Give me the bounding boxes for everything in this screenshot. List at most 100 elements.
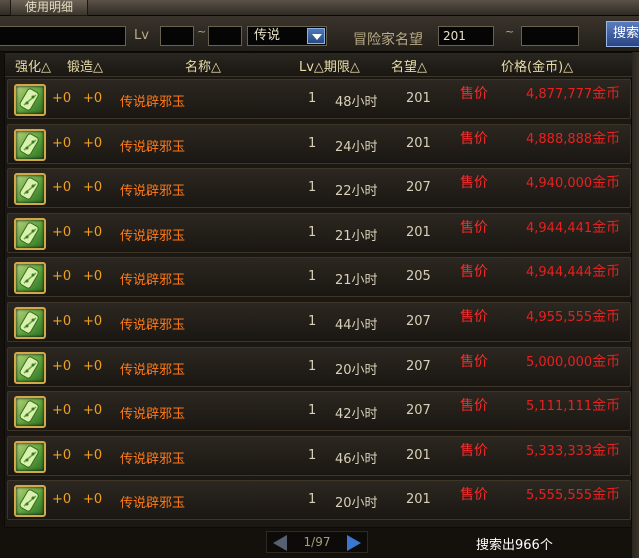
- table-row[interactable]: +0 +0 传说辟邪玉 1 21小时 201 售价 4,944,441金币: [7, 213, 631, 253]
- row-item-name[interactable]: 传说辟邪玉: [120, 403, 185, 422]
- row-enhance: +0: [52, 91, 72, 106]
- row-price-value: 4,944,441: [526, 221, 593, 236]
- row-sell-label: 售价: [460, 86, 488, 102]
- col-price[interactable]: 价格(金币)△: [501, 56, 573, 75]
- row-item-name[interactable]: 传说辟邪玉: [120, 448, 185, 467]
- jade-amulet-icon[interactable]: [14, 441, 46, 473]
- jade-amulet-icon[interactable]: [14, 307, 46, 339]
- row-forge: +0: [83, 269, 103, 284]
- row-sell-label: 售价: [460, 309, 488, 325]
- row-forge: +0: [83, 314, 103, 329]
- col-lv-term[interactable]: Lv△期限△: [299, 56, 360, 75]
- item-name-input[interactable]: [0, 26, 126, 46]
- row-forge: +0: [83, 136, 103, 151]
- row-term: 48小时: [335, 95, 378, 110]
- row-price-value: 4,955,555: [526, 310, 593, 325]
- row-level: 1: [308, 448, 317, 463]
- row-price: 5,333,333金币: [526, 440, 620, 460]
- row-price-unit: 金币: [592, 309, 621, 325]
- row-price: 4,877,777金币: [526, 83, 620, 103]
- row-price-value: 4,944,444: [526, 265, 593, 280]
- jade-amulet-icon[interactable]: [14, 396, 46, 428]
- row-level: 1: [308, 359, 317, 374]
- row-item-name[interactable]: 传说辟邪玉: [120, 225, 185, 244]
- row-item-name[interactable]: 传说辟邪玉: [120, 359, 185, 378]
- row-item-name[interactable]: 传说辟邪玉: [120, 136, 185, 155]
- fame-max-input[interactable]: [521, 26, 579, 46]
- row-enhance: +0: [52, 492, 72, 507]
- row-item-name[interactable]: 传说辟邪玉: [120, 91, 185, 110]
- row-term: 42小时: [335, 407, 378, 422]
- row-fame: 207: [406, 314, 431, 329]
- row-price-unit: 金币: [592, 220, 621, 236]
- table-row[interactable]: +0 +0 传说辟邪玉 1 48小时 201 售价 4,877,777金币: [7, 79, 631, 119]
- row-price: 5,555,555金币: [526, 484, 620, 504]
- row-fame: 207: [406, 359, 431, 374]
- row-term: 21小时: [335, 229, 378, 244]
- row-sell-label: 售价: [460, 398, 488, 414]
- row-price-value: 5,555,555: [526, 488, 593, 503]
- auction-results-panel: 强化△ 锻造△ 名称△ Lv△期限△ 名望△ 价格(金币)△ +0 +0 传说辟…: [4, 52, 633, 528]
- row-sell-label: 售价: [460, 175, 488, 191]
- table-row[interactable]: +0 +0 传说辟邪玉 1 24小时 201 售价 4,888,888金币: [7, 124, 631, 164]
- row-price-unit: 金币: [592, 443, 621, 459]
- jade-amulet-icon[interactable]: [14, 352, 46, 384]
- jade-amulet-icon[interactable]: [14, 262, 46, 294]
- jade-amulet-icon[interactable]: [14, 84, 46, 116]
- table-row[interactable]: +0 +0 传说辟邪玉 1 20小时 201 售价 5,555,555金币: [7, 480, 631, 520]
- row-term: 46小时: [335, 452, 378, 467]
- row-level: 1: [308, 269, 317, 284]
- row-price: 5,111,111金币: [526, 395, 620, 415]
- row-item-name[interactable]: 传说辟邪玉: [120, 180, 185, 199]
- top-bar: 使用明细: [0, 0, 639, 16]
- row-level: 1: [308, 492, 317, 507]
- jade-amulet-icon[interactable]: [14, 218, 46, 250]
- row-price: 4,940,000金币: [526, 172, 620, 192]
- row-term: 24小时: [335, 140, 378, 155]
- jade-amulet-icon[interactable]: [14, 173, 46, 205]
- col-name[interactable]: 名称△: [185, 56, 221, 75]
- scrollbar-track[interactable]: [632, 52, 639, 558]
- table-row[interactable]: +0 +0 传说辟邪玉 1 22小时 207 售价 4,940,000金币: [7, 168, 631, 208]
- col-fame[interactable]: 名望△: [391, 56, 427, 75]
- next-page-icon[interactable]: [347, 535, 361, 551]
- row-sell-label: 售价: [460, 487, 488, 503]
- table-row[interactable]: +0 +0 传说辟邪玉 1 46小时 201 售价 5,333,333金币: [7, 436, 631, 476]
- row-price-unit: 金币: [592, 131, 621, 147]
- row-item-name[interactable]: 传说辟邪玉: [120, 314, 185, 333]
- row-item-name[interactable]: 传说辟邪玉: [120, 269, 185, 288]
- col-forge[interactable]: 锻造△: [67, 56, 103, 75]
- lv-min-input[interactable]: [160, 26, 194, 46]
- col-enhance[interactable]: 强化△: [15, 56, 51, 75]
- row-enhance: +0: [52, 448, 72, 463]
- row-enhance: +0: [52, 314, 72, 329]
- row-forge: +0: [83, 225, 103, 240]
- lv-max-input[interactable]: [208, 26, 242, 46]
- row-sell-label: 售价: [460, 131, 488, 147]
- row-term: 44小时: [335, 318, 378, 333]
- fame-min-input[interactable]: [438, 26, 494, 46]
- dropdown-arrow-icon[interactable]: [307, 28, 325, 44]
- row-price-value: 4,940,000: [526, 176, 593, 191]
- row-price-unit: 金币: [592, 264, 621, 280]
- table-row[interactable]: +0 +0 传说辟邪玉 1 20小时 207 售价 5,000,000金币: [7, 347, 631, 387]
- row-price: 4,944,441金币: [526, 217, 620, 237]
- row-item-name[interactable]: 传说辟邪玉: [120, 492, 185, 511]
- tab-usage-details[interactable]: 使用明细: [10, 0, 88, 16]
- row-term: 21小时: [335, 273, 378, 288]
- jade-amulet-icon[interactable]: [14, 485, 46, 517]
- jade-amulet-icon[interactable]: [14, 129, 46, 161]
- table-row[interactable]: +0 +0 传说辟邪玉 1 42小时 207 售价 5,111,111金币: [7, 391, 631, 431]
- rarity-select[interactable]: 传说: [247, 26, 327, 46]
- row-fame: 201: [406, 136, 431, 151]
- row-fame: 201: [406, 492, 431, 507]
- table-row[interactable]: +0 +0 传说辟邪玉 1 21小时 205 售价 4,944,444金币: [7, 257, 631, 297]
- row-price-value: 5,111,111: [526, 399, 593, 414]
- search-button[interactable]: 搜索: [606, 21, 639, 47]
- row-forge: +0: [83, 359, 103, 374]
- row-enhance: +0: [52, 403, 72, 418]
- row-level: 1: [308, 91, 317, 106]
- row-level: 1: [308, 136, 317, 151]
- table-row[interactable]: +0 +0 传说辟邪玉 1 44小时 207 售价 4,955,555金币: [7, 302, 631, 342]
- row-price-value: 4,888,888: [526, 132, 593, 147]
